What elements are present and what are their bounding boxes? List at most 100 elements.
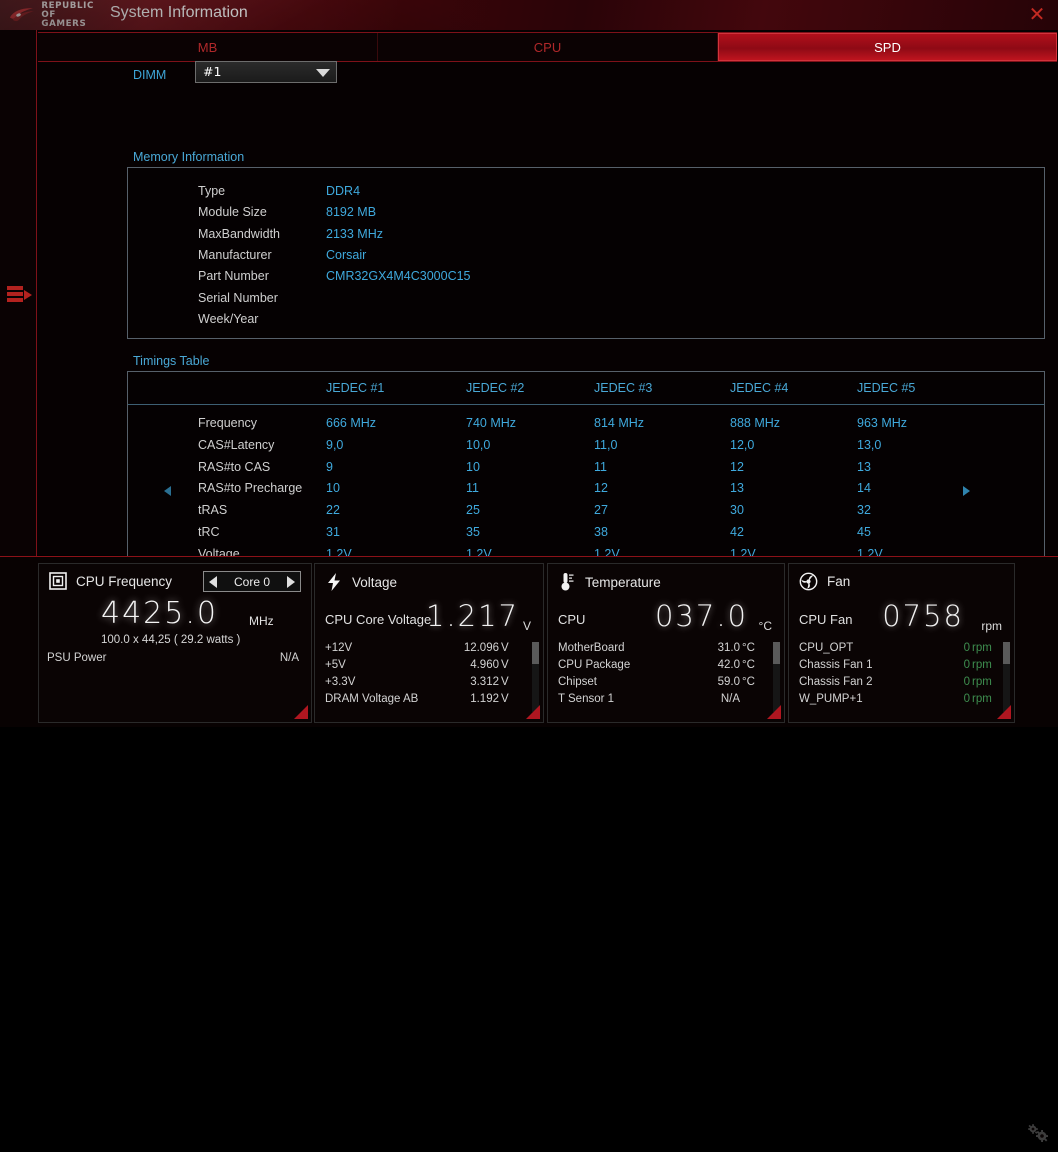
list-item: +3.3V 3.312 V [325, 676, 525, 693]
timings-cell: 25 [466, 503, 480, 518]
sensor-unit: rpm [972, 642, 992, 654]
timings-cell: 35 [466, 525, 480, 539]
timings-cell: 11 [466, 481, 479, 496]
gears-icon[interactable] [1024, 1121, 1052, 1147]
list-item: Chassis Fan 2 0 rpm [799, 676, 996, 693]
sensor-value: 0 [963, 659, 970, 671]
cpu-frequency-formula: 100.0 x 44,25 ( 29.2 watts ) [101, 634, 241, 646]
timings-cell: 12 [730, 459, 744, 474]
scrollbar-thumb[interactable] [532, 642, 539, 664]
list-item: Chipset 59.0 °C [558, 676, 766, 693]
timings-cell: 32 [857, 503, 871, 518]
dimm-label: DIMM [133, 68, 167, 82]
scrollbar-thumb[interactable] [773, 642, 780, 664]
fan-icon [799, 572, 818, 591]
table-row: RAS#to Precharge 10 11 12 13 14 [128, 481, 1044, 503]
dimm-select[interactable]: #1 [195, 61, 337, 83]
memory-info-label: Type [198, 184, 226, 198]
tab-mb[interactable]: MB [38, 33, 378, 61]
timings-cell: 13 [857, 459, 871, 474]
triangle-right-icon[interactable] [963, 486, 970, 497]
sensor-name: +5V [325, 659, 346, 671]
temperature-main-label: CPU [558, 612, 586, 627]
triangle-left-icon[interactable] [164, 486, 171, 497]
title-bar: REPUBLIC OF GAMERS System Information ✕ [0, 0, 1058, 31]
memory-info-row: Module Size 8192 MB [128, 205, 1044, 226]
timings-cell: 45 [857, 525, 871, 539]
memory-info-label: Module Size [198, 205, 267, 220]
cpu-chip-icon [49, 572, 67, 590]
memory-info-value: 2133 MHz [326, 226, 383, 241]
sensor-unit: V [501, 642, 509, 654]
temperature-main-unit: °C [758, 619, 772, 633]
fan-header: Fan [799, 572, 850, 591]
sensor-name: CPU Package [558, 659, 631, 671]
core-selector-value: Core 0 [233, 574, 271, 589]
triangle-right-icon[interactable] [287, 575, 295, 588]
psu-power-value: N/A [279, 652, 299, 664]
panel-corner-accent [294, 705, 308, 719]
list-item: T Sensor 1 N/A [558, 693, 766, 710]
fan-rows: CPU_OPT 0 rpm Chassis Fan 1 0 rpm Chassis Fan … [799, 642, 996, 710]
rog-logo: REPUBLIC OF GAMERS [8, 1, 108, 28]
page-title: System Information [110, 4, 248, 21]
timings-row-label: tRAS [198, 503, 228, 518]
voltage-header: Voltage [325, 572, 397, 592]
close-button[interactable]: ✕ [1024, 3, 1050, 27]
sensor-unit: rpm [972, 693, 992, 705]
hamburger-arrow-icon[interactable] [7, 282, 33, 304]
chevron-down-icon [316, 69, 330, 77]
memory-info-label: Serial Number [198, 290, 278, 305]
list-item: MotherBoard 31.0 °C [558, 642, 766, 659]
timings-table-header: JEDEC #1 JEDEC #2 JEDEC #3 JEDEC #4 JEDEC #5 [128, 372, 1044, 405]
timings-row-label: CAS#Latency [198, 437, 275, 452]
sensor-name: MotherBoard [558, 642, 625, 654]
voltage-panel: Voltage CPU Core Voltage 1.217 V +12V 12.… [314, 563, 544, 723]
list-item: Chassis Fan 1 0 rpm [799, 659, 996, 676]
monitor-bar: CPU Frequency Core 0 4425.0 MHz 100.0 x … [0, 556, 1058, 1142]
memory-info-value: DDR4 [326, 184, 361, 198]
sensor-unit: °C [742, 642, 755, 654]
fan-main-label: CPU Fan [799, 612, 853, 627]
memory-info-value: Corsair [326, 247, 367, 262]
timings-row-label: RAS#to CAS [198, 459, 271, 474]
dimm-selected-value: #1 [203, 64, 222, 79]
sensor-name: Chassis Fan 2 [799, 676, 873, 688]
memory-info-row: Serial Number [128, 291, 1044, 312]
timings-cell: 10,0 [466, 437, 491, 452]
sensor-unit: V [501, 676, 509, 688]
timings-cell: 12 [594, 481, 608, 496]
temperature-scrollbar[interactable] [773, 642, 780, 712]
cpu-frequency-header: CPU Frequency [49, 572, 172, 590]
list-item: CPU_OPT 0 rpm [799, 642, 996, 659]
sensor-unit: V [501, 659, 509, 671]
timings-row-label: Frequency [198, 416, 258, 430]
left-rail [0, 30, 37, 556]
fan-title: Fan [827, 574, 851, 589]
temperature-main-value: 037.0 [654, 599, 748, 633]
sensor-value: 0 [963, 676, 970, 688]
timings-column-header: JEDEC #5 [857, 381, 916, 395]
timings-table-title: Timings Table [133, 354, 210, 368]
fan-scrollbar[interactable] [1003, 642, 1010, 712]
sensor-name: T Sensor 1 [558, 693, 615, 705]
list-item: CPU Package 42.0 °C [558, 659, 766, 676]
voltage-scrollbar[interactable] [532, 642, 539, 712]
memory-information-title: Memory Information [133, 150, 245, 164]
memory-info-row: Manufacturer Corsair [128, 248, 1044, 269]
scrollbar-thumb[interactable] [1003, 642, 1010, 664]
fan-main-row: CPU Fan 0758 rpm [799, 599, 1004, 636]
temperature-header: Temperature [558, 572, 661, 592]
timings-column-header: JEDEC #3 [594, 381, 653, 395]
tab-cpu[interactable]: CPU [378, 33, 718, 61]
temperature-main-row: CPU 037.0 °C [558, 599, 774, 636]
sensor-value: 42.0 [717, 659, 740, 671]
core-selector[interactable]: Core 0 [203, 571, 301, 592]
sensor-unit: °C [742, 676, 755, 688]
table-row: CAS#Latency 9,0 10,0 11,0 12,0 13,0 [128, 438, 1044, 460]
triangle-left-icon[interactable] [209, 575, 217, 588]
tab-spd[interactable]: SPD [718, 33, 1057, 61]
timings-cell: 38 [594, 525, 608, 539]
timings-row-label: RAS#to Precharge [198, 481, 303, 496]
panel-corner-accent [526, 705, 540, 719]
